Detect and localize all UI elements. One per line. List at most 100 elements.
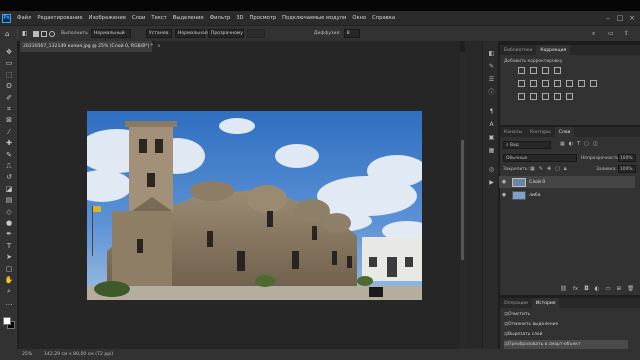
tab-adjustments[interactable]: Коррекция	[536, 45, 571, 55]
foreground-color-swatch[interactable]	[3, 317, 11, 325]
tab-layers[interactable]: Слои	[554, 127, 575, 137]
tab-libraries[interactable]: Библиотеки	[500, 45, 536, 55]
blur-tool-icon[interactable]: ◇	[4, 207, 14, 217]
channel-mixer-icon[interactable]	[578, 80, 585, 87]
shape-filter-icon[interactable]: ▢	[584, 141, 589, 147]
hand-tool-icon[interactable]: ✋	[4, 275, 14, 285]
smart-filter-icon[interactable]: ◫	[593, 141, 598, 147]
layer-row[interactable]: ◉ Слой 0	[499, 176, 635, 188]
document-photo[interactable]	[87, 111, 422, 300]
threshold-icon[interactable]	[542, 93, 549, 100]
marquee-tool-icon[interactable]: ⬚	[4, 70, 14, 80]
delete-layer-icon[interactable]: 🗑︎	[627, 286, 634, 292]
navigator-icon[interactable]: ◎	[487, 165, 496, 174]
selective-color-icon[interactable]	[566, 93, 573, 100]
tab-close-icon[interactable]: ×	[157, 44, 161, 49]
circle-option-icon[interactable]	[49, 30, 55, 37]
menu-item[interactable]: Файл	[14, 15, 34, 21]
menu-item[interactable]: 3D	[233, 15, 246, 21]
swatch-icon[interactable]	[33, 30, 39, 37]
artboard-icon[interactable]: ▭	[4, 58, 14, 68]
libraries-icon[interactable]: ▣	[487, 133, 496, 142]
layer-filter-select[interactable]: ⌕ Вид	[503, 141, 551, 149]
brush-settings-icon[interactable]: ✎	[487, 62, 496, 71]
curves-icon[interactable]	[542, 67, 549, 74]
workspace-icon[interactable]: ▭	[608, 30, 616, 38]
fill-input[interactable]: 100%	[618, 165, 636, 173]
history-item[interactable]: ▤ Очистить	[504, 310, 628, 319]
menu-item[interactable]: Окно	[349, 15, 369, 21]
group-icon[interactable]: ▭	[605, 286, 610, 292]
layer-comps-icon[interactable]: ◧	[487, 49, 496, 58]
paragraph-icon[interactable]: ¶	[487, 107, 496, 116]
history-item[interactable]: ▤ Преобразовать в смарт-объект	[504, 340, 628, 349]
lock-artboard-icon[interactable]: ▢	[555, 166, 560, 172]
swatches-icon[interactable]: ▦	[487, 146, 496, 155]
type-filter-icon[interactable]: T	[577, 141, 580, 147]
clone-stamp-icon[interactable]: ⎍	[4, 161, 14, 171]
path-select-icon[interactable]: ➤	[4, 252, 14, 262]
vibrance-icon[interactable]	[518, 80, 525, 87]
new-layer-icon[interactable]: ⊞	[617, 286, 622, 292]
close-icon[interactable]: ×	[626, 11, 638, 25]
style-button-2[interactable]: Нормальная	[174, 29, 208, 38]
blend-mode-select[interactable]: Обычные	[503, 154, 577, 162]
tab-history[interactable]: История	[531, 298, 560, 308]
properties-icon[interactable]: ☰	[487, 75, 496, 84]
home-icon[interactable]: ⌂	[5, 30, 13, 38]
menu-item[interactable]: Редактирование	[34, 15, 85, 21]
eraser-tool-icon[interactable]: ◪	[4, 184, 14, 194]
menu-item[interactable]: Слои	[129, 15, 148, 21]
quick-select-icon[interactable]: ✐	[4, 93, 14, 103]
healing-brush-icon[interactable]: ✚	[4, 138, 14, 148]
lock-all-icon[interactable]: 🔒︎	[564, 166, 567, 172]
dodge-tool-icon[interactable]: ●	[4, 218, 14, 228]
character-icon[interactable]: A	[487, 120, 496, 129]
style-button-4[interactable]	[246, 29, 265, 38]
hue-saturation-icon[interactable]	[530, 80, 537, 87]
brush-preset-icon[interactable]: ◧	[22, 30, 30, 38]
crop-tool-icon[interactable]: ⌗	[4, 104, 14, 114]
lock-pixels-icon[interactable]: ▦	[530, 166, 535, 172]
frame-tool-icon[interactable]: ⊠	[4, 115, 14, 125]
opacity-input[interactable]: 100%	[618, 154, 636, 162]
lock-move-icon[interactable]: ✥	[547, 166, 551, 172]
layer-row[interactable]: ◉ либа	[499, 189, 635, 201]
history-brush-icon[interactable]: ↺	[4, 172, 14, 182]
fx-icon[interactable]: fx	[573, 286, 578, 292]
exposure-icon[interactable]	[554, 67, 561, 74]
menu-item[interactable]: Просмотр	[247, 15, 280, 21]
swatch-outline-icon[interactable]	[41, 30, 47, 37]
visibility-eye-icon[interactable]: ◉	[499, 179, 509, 185]
menu-item[interactable]: Фильтр	[207, 15, 234, 21]
history-item[interactable]: ▤ Отменить выделение	[504, 320, 628, 329]
tab-channels[interactable]: Каналы	[500, 127, 526, 137]
menu-item[interactable]: Справка	[369, 15, 398, 21]
eyedropper-icon[interactable]: ⁄	[4, 127, 14, 137]
rectangle-tool-icon[interactable]: ▢	[4, 264, 14, 274]
menu-item[interactable]: Изображение	[86, 15, 129, 21]
menu-item[interactable]: Подключаемые модули	[279, 15, 349, 21]
color-lookup-icon[interactable]	[590, 80, 597, 87]
brush-tool-icon[interactable]: ✎	[4, 150, 14, 160]
photo-filter-icon[interactable]	[566, 80, 573, 87]
lasso-tool-icon[interactable]: ʘ	[4, 81, 14, 91]
color-balance-icon[interactable]	[542, 80, 549, 87]
mode-select[interactable]: Нормальный	[90, 29, 131, 38]
search-icon[interactable]: ⌕	[592, 30, 600, 38]
actions-icon[interactable]: ▶	[487, 178, 496, 187]
levels-icon[interactable]	[530, 67, 537, 74]
zoom-tool-icon[interactable]: ⌕	[4, 286, 14, 296]
canvas-scroll-thumb[interactable]	[461, 140, 464, 260]
menu-item[interactable]: Текст	[148, 15, 169, 21]
move-tool-icon[interactable]: ✥	[4, 47, 14, 57]
posterize-icon[interactable]	[530, 93, 537, 100]
visibility-eye-icon[interactable]: ◉	[499, 192, 509, 198]
pen-tool-icon[interactable]: ✒	[4, 229, 14, 239]
diffusion-input[interactable]: 8	[343, 29, 360, 38]
adjust-filter-icon[interactable]: ◐	[569, 141, 573, 147]
gradient-map-icon[interactable]	[554, 93, 561, 100]
share-icon[interactable]: ⇪	[624, 30, 632, 38]
lock-paint-icon[interactable]: ✎	[539, 166, 543, 172]
pixel-filter-icon[interactable]: ▦	[560, 141, 565, 147]
